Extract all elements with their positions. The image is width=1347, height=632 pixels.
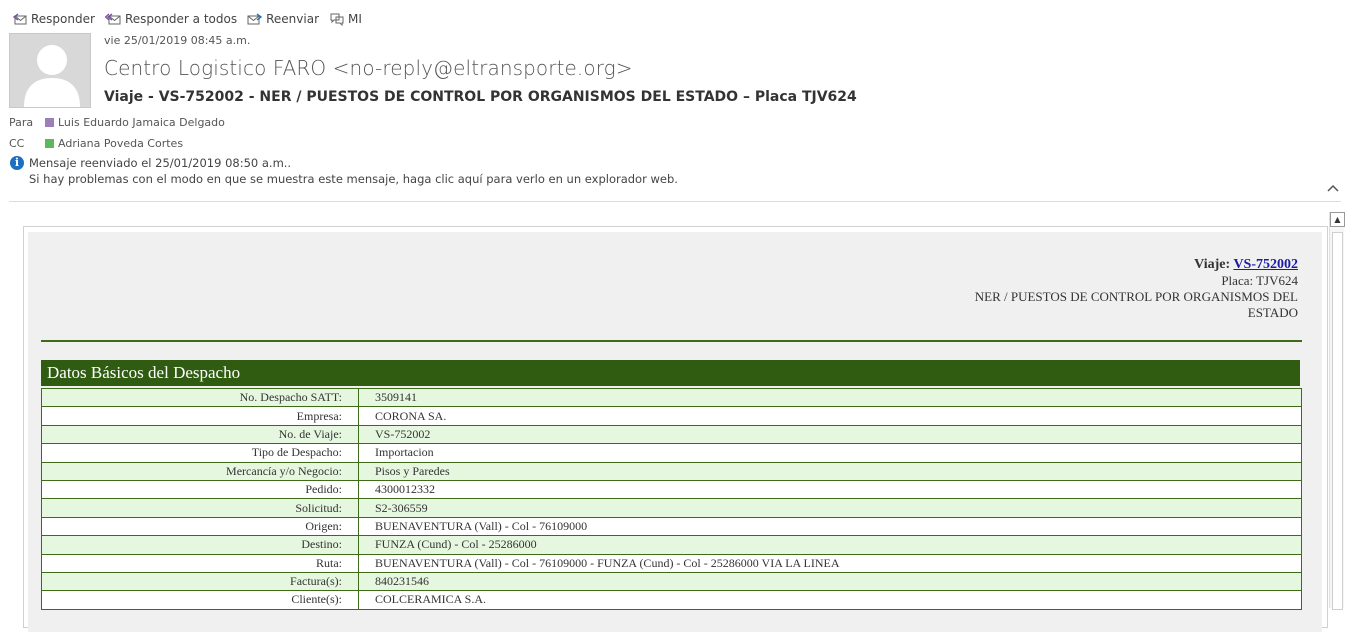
field-value: 840231546: [358, 571, 1302, 592]
forwarded-notice: Mensaje reenviado el 25/01/2019 08:50 a.…: [29, 156, 292, 170]
field-label: Factura(s):: [41, 571, 359, 592]
field-value: S2-306559: [358, 498, 1302, 518]
to-recipient[interactable]: Luis Eduardo Jamaica Delgado: [58, 116, 225, 129]
plate-text: Placa: TJV624: [1221, 273, 1298, 288]
field-value: BUENAVENTURA (Vall) - Col - 76109000 - F…: [358, 553, 1302, 573]
forward-label: Reenviar: [266, 12, 320, 26]
trip-link[interactable]: VS-752002: [1233, 257, 1298, 272]
presence-available-icon: [45, 139, 54, 148]
chat-icon: [330, 13, 344, 26]
table-row: Ruta: BUENAVENTURA (Vall) - Col - 7610900…: [41, 553, 1302, 573]
collapse-header-icon[interactable]: [1327, 180, 1339, 196]
im-button[interactable]: MI: [329, 12, 362, 26]
dispatch-details-table: No. Despacho SATT: 3509141 Empresa: CORONA …: [41, 387, 1302, 610]
reply-icon: [12, 13, 27, 25]
field-value: BUENAVENTURA (Vall) - Col - 76109000: [358, 516, 1302, 537]
field-label: Tipo de Despacho:: [41, 443, 359, 463]
field-value: FUNZA (Cund) - Col - 25286000: [358, 535, 1302, 555]
field-value: 3509141: [358, 387, 1302, 408]
field-label: Pedido:: [41, 479, 359, 500]
section-divider: [41, 340, 1302, 342]
presence-unknown-icon: [45, 118, 54, 127]
field-label: Origen:: [41, 516, 359, 537]
reply-all-button[interactable]: Responder a todos: [104, 12, 238, 26]
trip-label: Viaje:: [1194, 257, 1231, 272]
forward-icon: [247, 13, 263, 25]
sender-avatar: [9, 33, 91, 108]
field-label: Empresa:: [41, 406, 359, 426]
reply-label: Responder: [31, 12, 95, 26]
table-row: Origen: BUENAVENTURA (Vall) - Col - 76109…: [41, 516, 1302, 537]
message-date: vie 25/01/2019 08:45 a.m.: [104, 34, 251, 47]
field-label: No. de Viaje:: [41, 424, 359, 445]
table-row: Destino: FUNZA (Cund) - Col - 25286000: [41, 535, 1302, 555]
field-value: VS-752002: [358, 424, 1302, 445]
field-value: Importacion: [358, 443, 1302, 463]
scroll-up-icon[interactable]: ▲: [1330, 212, 1345, 227]
field-label: No. Despacho SATT:: [41, 387, 359, 408]
field-value: Pisos y Paredes: [358, 461, 1302, 481]
section-title: Datos Básicos del Despacho: [41, 360, 1300, 386]
table-row: Pedido: 4300012332: [41, 479, 1302, 500]
person-silhouette-icon: [24, 45, 80, 107]
table-row: Factura(s): 840231546: [41, 571, 1302, 592]
message-subject: Viaje - VS-752002 - NER / PUESTOS DE CON…: [104, 89, 857, 105]
table-row: Mercancía y/o Negocio: Pisos y Paredes: [41, 461, 1302, 481]
field-value: 4300012332: [358, 479, 1302, 500]
reply-button[interactable]: Responder: [12, 12, 95, 26]
table-row: Cliente(s): COLCERAMICA S.A.: [41, 590, 1302, 610]
table-row: Solicitud: S2-306559: [41, 498, 1302, 518]
field-label: Ruta:: [41, 553, 359, 573]
info-icon: i: [10, 156, 24, 170]
field-value: CORONA SA.: [358, 406, 1302, 426]
browser-notice[interactable]: Si hay problemas con el modo en que se m…: [29, 172, 678, 186]
to-row: Para Luis Eduardo Jamaica Delgado: [9, 116, 225, 129]
reply-all-icon: [104, 13, 121, 25]
field-label: Solicitud:: [41, 498, 359, 518]
trip-summary: Viaje: VS-752002 Placa: TJV624 NER / PUE…: [958, 256, 1298, 321]
forward-button[interactable]: Reenviar: [247, 12, 319, 26]
sender-name[interactable]: Centro Logistico FARO <no-reply@eltransp…: [104, 56, 633, 80]
table-row: No. Despacho SATT: 3509141: [41, 387, 1302, 408]
field-label: Mercancía y/o Negocio:: [41, 461, 359, 481]
message-toolbar: Responder Responder a todos Reenviar MI: [12, 10, 372, 28]
table-row: Empresa: CORONA SA.: [41, 406, 1302, 426]
reply-all-label: Responder a todos: [124, 12, 238, 26]
table-row: Tipo de Despacho: Importacion: [41, 443, 1302, 463]
scroll-thumb[interactable]: [1332, 232, 1343, 610]
cc-row: CC Adriana Poveda Cortes: [9, 137, 183, 150]
field-label: Destino:: [41, 535, 359, 555]
info-bar[interactable]: i Mensaje reenviado el 25/01/2019 08:50 …: [10, 156, 678, 186]
cc-recipient[interactable]: Adriana Poveda Cortes: [58, 137, 183, 150]
report-panel: Viaje: VS-752002 Placa: TJV624 NER / PUE…: [28, 232, 1322, 632]
message-body: Viaje: VS-752002 Placa: TJV624 NER / PUE…: [23, 226, 1328, 632]
vertical-scrollbar[interactable]: ▲: [1329, 212, 1345, 610]
to-label: Para: [9, 116, 34, 129]
event-text: NER / PUESTOS DE CONTROL POR ORGANISMOS …: [974, 289, 1298, 320]
cc-label: CC: [9, 137, 25, 150]
table-row: No. de Viaje: VS-752002: [41, 424, 1302, 445]
field-label: Cliente(s):: [41, 590, 359, 610]
header-divider: [9, 201, 1341, 202]
field-value: COLCERAMICA S.A.: [358, 590, 1302, 610]
im-label: MI: [348, 12, 362, 26]
